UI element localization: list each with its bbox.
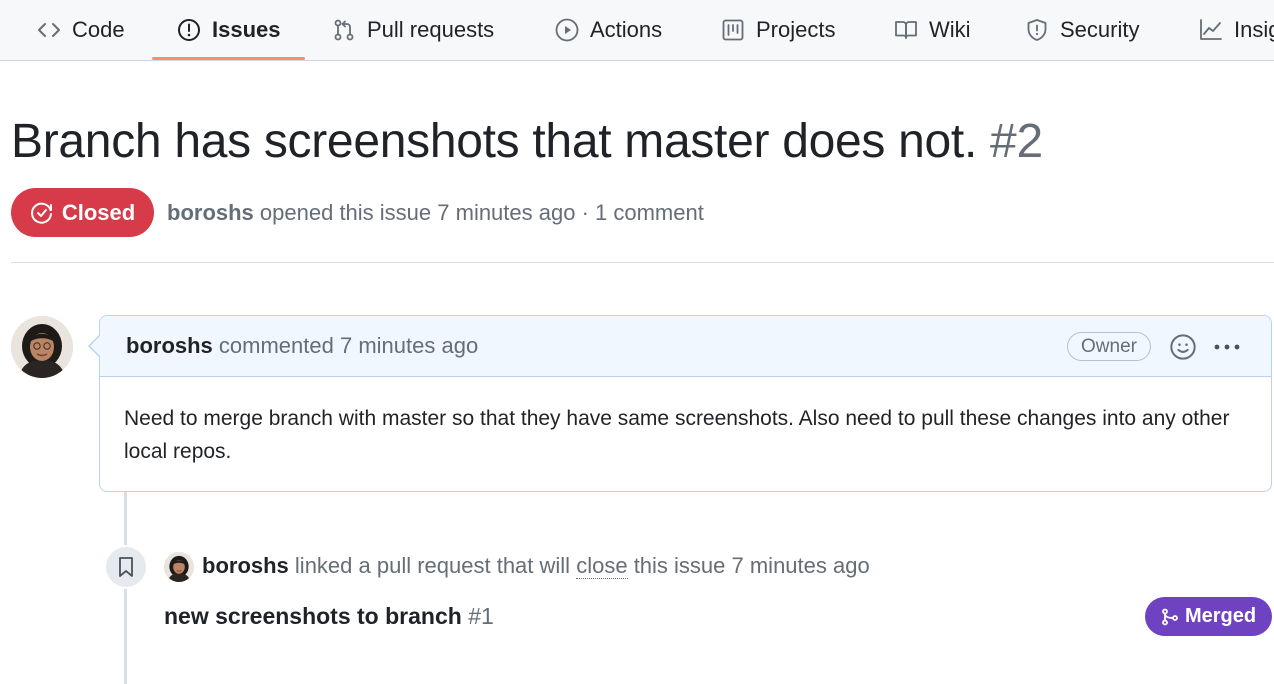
smiley-icon [1170, 334, 1196, 360]
play-icon [554, 17, 580, 43]
code-icon [36, 17, 62, 43]
issue-state-label: Closed [61, 199, 136, 225]
avatar[interactable] [164, 552, 194, 582]
add-reaction-button[interactable] [1169, 333, 1197, 361]
comment-body: Need to merge branch with master so that… [124, 407, 1230, 463]
owner-badge: Owner [1067, 332, 1151, 361]
tab-label: Code [72, 17, 125, 42]
pr-number: #1 [468, 603, 494, 629]
issue-meta: boroshs opened this issue 7 minutes ago … [167, 200, 704, 226]
timeline-event-text: boroshs linked a pull request that will … [202, 553, 870, 579]
avatar[interactable] [11, 316, 73, 378]
pr-state-label: Merged [1184, 605, 1257, 627]
pr-title[interactable]: new screenshots to branch [164, 603, 462, 629]
tab-label: Wiki [929, 17, 971, 42]
tab-label: Projects [756, 17, 836, 42]
book-icon [893, 17, 919, 43]
comment-author-link[interactable]: boroshs [126, 333, 213, 358]
tab-label: Insights [1234, 17, 1274, 42]
tab-projects[interactable]: Projects [720, 0, 835, 60]
issue-author-link[interactable]: boroshs [167, 200, 254, 225]
close-keyword[interactable]: close [576, 553, 628, 579]
tab-actions[interactable]: Actions [554, 0, 662, 60]
pull-request-icon [331, 17, 357, 43]
repo-nav: Code Issues Pull requests Actions Projec… [0, 0, 1274, 61]
tab-pull-requests[interactable]: Pull requests [331, 0, 494, 60]
comment-header-text: boroshs commented 7 minutes ago [126, 333, 478, 359]
tab-label: Security [1060, 17, 1140, 42]
event-text-after: this issue 7 minutes ago [633, 553, 870, 578]
comment-options-button[interactable] [1212, 333, 1242, 361]
event-author-link[interactable]: boroshs [202, 553, 289, 578]
issue-title-text: Branch has screenshots that master does … [11, 115, 977, 168]
issue-closed-icon [30, 202, 52, 224]
issue-meta-text: opened this issue 7 minutes ago · 1 comm… [259, 200, 704, 225]
merge-icon [1162, 608, 1178, 625]
issue-title: Branch has screenshots that master does … [11, 114, 1043, 169]
tab-insights[interactable]: Insights [1198, 0, 1274, 60]
comment-timestamp[interactable]: commented 7 minutes ago [219, 333, 478, 358]
timeline-badge [104, 545, 148, 589]
pr-merged-badge: Merged [1145, 597, 1272, 636]
tab-label: Pull requests [367, 17, 495, 42]
active-tab-indicator [152, 57, 305, 60]
tab-label: Actions [590, 17, 663, 42]
shield-icon [1024, 17, 1050, 43]
comment-arrow-fill [90, 336, 100, 356]
tab-label: Issues [212, 17, 281, 42]
tab-code[interactable]: Code [36, 0, 125, 60]
event-text-before: linked a pull request that will [294, 553, 571, 578]
tab-issues[interactable]: Issues [176, 0, 281, 60]
graph-icon [1198, 17, 1224, 43]
tab-wiki[interactable]: Wiki [893, 0, 971, 60]
issue-state-badge: Closed [11, 188, 154, 237]
kebab-horizontal-icon [1214, 344, 1240, 350]
linked-pr-link[interactable]: new screenshots to branch #1 [164, 603, 494, 630]
issue-icon [176, 17, 202, 43]
tab-security[interactable]: Security [1024, 0, 1139, 60]
project-icon [720, 17, 746, 43]
bookmark-icon [119, 557, 133, 577]
header-divider [11, 262, 1274, 263]
issue-number: #2 [990, 115, 1043, 168]
